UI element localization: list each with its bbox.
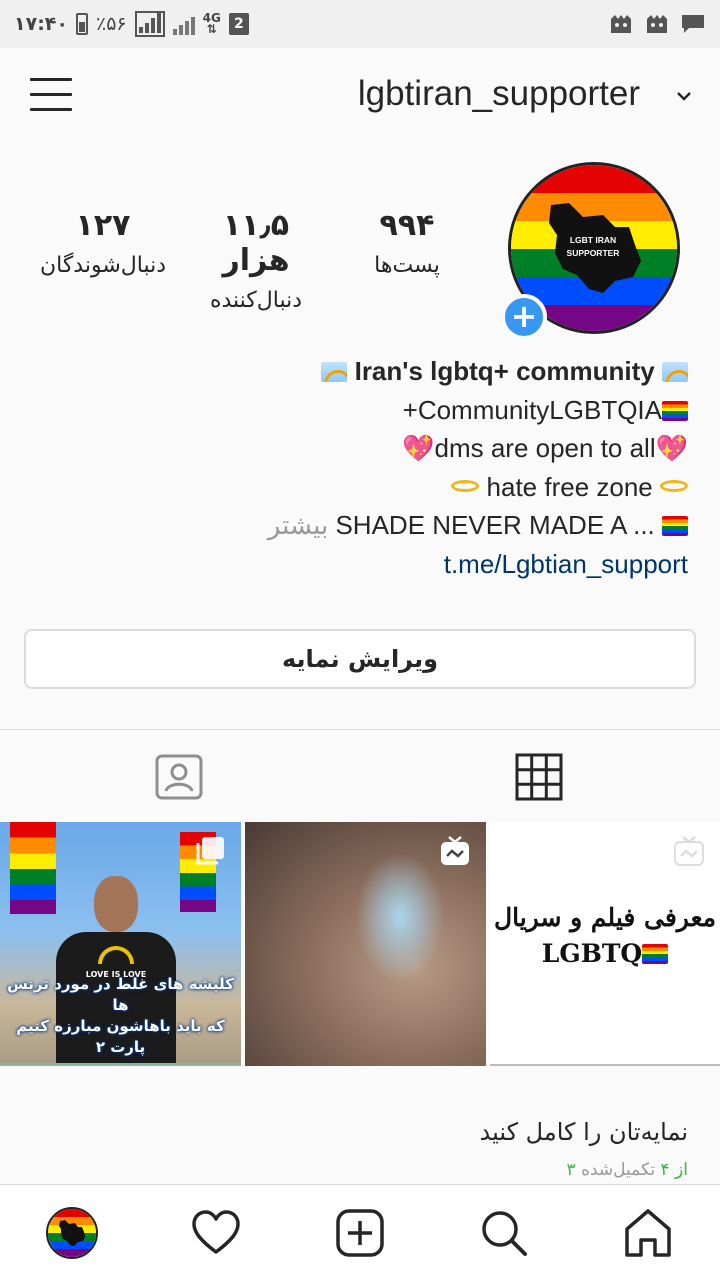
notification-app-icon-2 — [647, 15, 667, 33]
bio-shade: SHADE NEVER MADE A ... — [335, 510, 655, 540]
bio-line-4: hate free zone — [28, 472, 688, 511]
tagged-tab-icon[interactable] — [154, 752, 204, 802]
rainbow-flag-emoji-icon — [662, 516, 688, 536]
bio-line-link: t.me/Lgbtian_support — [28, 549, 688, 588]
bio-hate-free: hate free zone — [486, 471, 653, 502]
heart-icon[interactable] — [190, 1207, 242, 1259]
post-title-text: معرفی فیلم و سریال LGBTQ — [493, 903, 717, 968]
post-thumbnail[interactable] — [245, 822, 486, 1066]
following-label: دنبال‌شوندگان — [39, 253, 167, 278]
rainbow-flag-emoji-icon — [662, 400, 688, 421]
rainbow-sky-emoji-icon — [321, 362, 348, 382]
profile-username[interactable]: lgbtiran_supporter — [358, 74, 640, 114]
signal-box-icon — [134, 11, 165, 37]
post-divider — [490, 1064, 720, 1066]
add-story-plus-icon[interactable]: + — [501, 294, 547, 340]
stat-posts[interactable]: ۹۹۴ پست‌ها — [358, 208, 456, 278]
post-thumbnail[interactable]: معرفی فیلم و سریال LGBTQ — [490, 822, 720, 1066]
status-bar: ۱۷:۴۰ ٪۵۶ 4G ⇅ 2 — [0, 0, 720, 48]
menu-icon[interactable] — [30, 78, 72, 114]
progress-label: تکمیل‌شده — [581, 1160, 656, 1180]
posts-label: پست‌ها — [374, 253, 440, 278]
followers-count: ۱۱٫۵ هزار — [222, 208, 290, 278]
profile-header: lgbtiran_supporter — [0, 48, 720, 148]
battery-icon — [76, 13, 88, 35]
complete-profile-progress: ۳ از ۴ تکمیل‌شده — [567, 1160, 688, 1180]
message-notification-icon — [682, 15, 704, 33]
carousel-icon — [196, 837, 224, 865]
profile-bio: Iran's lgbtq+ community +CommunityLGBTQI… — [28, 356, 688, 587]
bio-dms: dms are open to all — [434, 433, 656, 463]
avatar[interactable] — [46, 1207, 98, 1259]
halo-emoji-icon — [660, 479, 688, 492]
post-thumbnail[interactable]: LOVE IS LOVE کلیشه های غلط در مورد ترنس … — [0, 822, 241, 1066]
sparkling-heart-emoji-icon: 💖 — [402, 433, 435, 463]
pride-flag-image — [10, 822, 56, 914]
bio-website-link[interactable]: t.me/Lgbtian_support — [444, 549, 688, 579]
profile-avatar-wrapper[interactable]: LGBT IRAN SUPPORTER + — [501, 162, 680, 340]
posts-count: ۹۹۴ — [379, 208, 435, 243]
posts-grid: LOVE IS LOVE کلیشه های غلط در مورد ترنس … — [0, 822, 720, 1068]
rainbow-flag-emoji-icon — [642, 944, 669, 964]
search-icon[interactable] — [478, 1207, 530, 1259]
halo-emoji-icon — [451, 479, 480, 492]
status-right — [608, 13, 706, 35]
rainbow-sky-emoji-icon — [662, 362, 688, 382]
bio-more-link[interactable]: بیشتر — [268, 510, 328, 540]
post-divider — [0, 1063, 241, 1066]
post-caption: کلیشه های غلط در مورد ترنس ها که باید با… — [7, 975, 234, 1056]
sim-indicator: 2 — [228, 13, 249, 35]
notification-app-icon — [611, 15, 631, 33]
sparkling-heart-emoji-icon: 💖 — [655, 433, 688, 463]
bio-line-name: Iran's lgbtq+ community — [28, 356, 688, 395]
following-count: ۱۲۷ — [75, 208, 131, 243]
bio-line-3: 💖dms are open to all💖 — [28, 433, 688, 472]
status-time: ۱۷:۴۰ — [14, 13, 68, 35]
home-icon[interactable] — [622, 1207, 674, 1259]
edit-profile-button[interactable]: ویرایش نمایه — [24, 629, 696, 689]
stat-following[interactable]: ۱۲۷ دنبال‌شوندگان — [28, 208, 178, 278]
avatar-text-1: LGBT IRAN — [570, 235, 616, 245]
signal-bars-icon — [172, 13, 195, 35]
nav-profile-avatar[interactable] — [46, 1207, 98, 1259]
complete-profile-title: نمایه‌تان را کامل کنید — [479, 1118, 688, 1146]
bio-community: +CommunityLGBTQIA — [402, 394, 662, 425]
network-type: 4G ⇅ — [202, 11, 221, 36]
igtv-icon — [441, 836, 469, 865]
bio-line-5: بیشتر SHADE NEVER MADE A ... — [28, 510, 688, 549]
stat-followers[interactable]: ۱۱٫۵ هزار دنبال‌کننده — [190, 208, 322, 313]
status-left: ۱۷:۴۰ ٪۵۶ 4G ⇅ 2 — [14, 11, 249, 37]
avatar-small-image — [48, 1209, 96, 1257]
bio-line-2: +CommunityLGBTQIA — [28, 395, 688, 434]
instagram-profile-screen: ۱۷:۴۰ ٪۵۶ 4G ⇅ 2 lgbtiran_supporter LGBT… — [0, 0, 720, 1280]
bottom-nav-bar — [0, 1184, 720, 1280]
face-image — [355, 852, 445, 982]
followers-label: دنبال‌کننده — [209, 288, 303, 313]
battery-percent: ٪۵۶ — [96, 13, 127, 35]
bio-name: Iran's lgbtq+ community — [354, 356, 655, 386]
igtv-icon — [674, 836, 704, 866]
profile-tabs — [0, 730, 720, 822]
chevron-down-icon[interactable] — [674, 86, 694, 106]
new-post-icon[interactable] — [334, 1207, 386, 1259]
grid-tab-icon[interactable] — [514, 752, 564, 802]
avatar-text-2: SUPPORTER — [567, 248, 620, 258]
